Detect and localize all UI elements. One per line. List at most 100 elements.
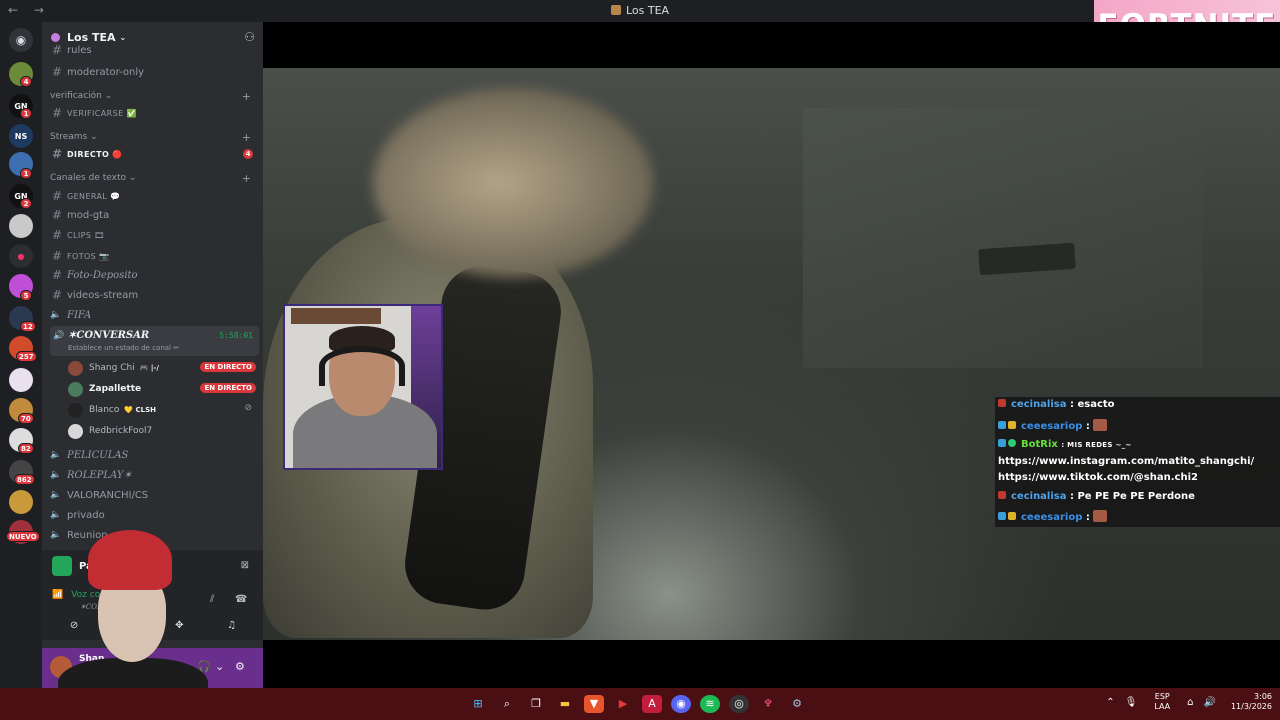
voice-user[interactable]: Zapallette EN DIRECTO: [68, 379, 258, 399]
clock[interactable]: 3:06 11/3/2026: [1231, 692, 1272, 712]
channel-foto-deposito[interactable]: # Foto-Deposito: [50, 265, 257, 285]
file-explorer-icon[interactable]: ▬: [555, 695, 575, 713]
avatar: [68, 423, 83, 439]
streamlabs-icon[interactable]: ♆: [758, 695, 778, 713]
microphone-icon[interactable]: 🎙: [1125, 697, 1138, 708]
screen-share-icon[interactable]: ▣: [122, 620, 131, 638]
steam-icon[interactable]: ⚙: [787, 695, 807, 713]
brave-icon[interactable]: ▼: [584, 695, 604, 713]
stop-stream-icon[interactable]: ⊠: [241, 560, 249, 571]
server-emblem-icon: [51, 32, 60, 42]
chat-link[interactable]: https://www.instagram.com/matito_shangch…: [998, 456, 1254, 467]
chevron-up-icon[interactable]: ⌃: [1106, 697, 1114, 708]
username[interactable]: Shan: [79, 654, 104, 664]
volume-icon[interactable]: 🔊: [1204, 697, 1216, 708]
chat-message: BotRix : MIS REDES ~_~: [998, 439, 1132, 450]
discord-icon[interactable]: ◉: [671, 695, 691, 713]
gear-icon[interactable]: ⚙: [235, 660, 245, 673]
plus-icon[interactable]: +: [242, 90, 251, 103]
noise-suppression-icon[interactable]: ⫽: [210, 594, 214, 605]
server-icon[interactable]: NS: [9, 124, 33, 148]
category-canales-de-texto[interactable]: Canales de texto ⌄ +: [50, 170, 257, 186]
server-icon[interactable]: [9, 368, 33, 392]
voice-channel-fifa[interactable]: 🔈 FIFA: [50, 305, 257, 325]
voice-channel-privado[interactable]: 🔈 privado: [50, 505, 257, 525]
channel-rules[interactable]: # rules: [50, 44, 257, 56]
voice-user[interactable]: RedbrickFool7: [68, 421, 258, 441]
hash-icon: #: [51, 106, 63, 120]
emote-icon: [1093, 510, 1108, 522]
task-view-icon[interactable]: ❐: [526, 695, 546, 713]
chat-overlay: cecinalisa : esacto ceeesariop : BotRix …: [995, 397, 1280, 527]
headphones-icon[interactable]: 🎧: [197, 660, 211, 673]
channel-verificarse[interactable]: # VERIFICARSE ✅: [50, 103, 257, 123]
screen-share-info[interactable]: Pantalla 1: [52, 556, 136, 576]
plus-icon[interactable]: +: [242, 172, 251, 185]
voice-user[interactable]: Blanco 💛 CLSH ⊘: [68, 400, 258, 420]
channel-clips[interactable]: # CLIPS 🎞: [50, 225, 257, 245]
server-badge: 1: [20, 168, 32, 179]
voice-channel-reunion[interactable]: 🔈 Reunion: [50, 525, 257, 545]
channel-fotos[interactable]: # FOTOS 📷: [50, 246, 257, 266]
hash-icon: #: [51, 228, 63, 242]
emote-icon: [1093, 419, 1108, 431]
badge-icon: [998, 439, 1006, 447]
user-tag: 💛 CLSH: [124, 406, 157, 414]
media-player-icon[interactable]: ▶: [613, 695, 633, 713]
search-icon[interactable]: ⌕: [497, 695, 517, 713]
spotify-icon[interactable]: ≋: [700, 695, 720, 713]
discord-home-icon[interactable]: ◉: [9, 28, 33, 52]
server-icon[interactable]: [9, 490, 33, 514]
voice-user-name: RedbrickFool7: [89, 426, 153, 436]
voice-channel-peliculas[interactable]: 🔈 PELICULAS: [50, 445, 257, 465]
obs-icon[interactable]: ◎: [729, 695, 749, 713]
add-user-icon[interactable]: ⚇: [244, 30, 255, 44]
camera-off-icon[interactable]: ⊘: [70, 620, 78, 638]
soundboard-icon[interactable]: ♫: [227, 620, 236, 638]
chevron-down-icon[interactable]: ⌄: [215, 660, 224, 673]
server-badge: 70: [18, 413, 34, 424]
chevron-down-icon[interactable]: ⌄: [179, 660, 188, 673]
voice-connected-label: Voz conect: [71, 590, 120, 600]
chat-text: :: [1085, 421, 1090, 432]
time: 3:06: [1254, 692, 1272, 701]
language-indicator[interactable]: ESP LAA: [1154, 692, 1170, 712]
channel-label: DIRECTO 🔴: [67, 149, 123, 159]
avatar[interactable]: [50, 656, 72, 678]
verified-icon: [1008, 439, 1016, 447]
avatar: [68, 381, 83, 397]
speaker-icon: 🔊: [53, 331, 65, 341]
voice-status[interactable]: 📶 Voz conect: [52, 590, 120, 600]
voice-user[interactable]: Shang Chi 🎮 |-/ EN DIRECTO: [68, 358, 258, 378]
channel-directo[interactable]: # DIRECTO 🔴 4: [50, 144, 257, 164]
server-icon[interactable]: [9, 214, 33, 238]
channel-label: VALORANCHI/CS: [67, 489, 149, 501]
adobe-icon[interactable]: A: [642, 695, 662, 713]
channel-videos-stream[interactable]: # videos-stream: [50, 285, 257, 305]
channel-mod-gta[interactable]: # mod-gta: [50, 205, 257, 225]
character-head: [373, 88, 653, 278]
chat-text: : Pe PE Pe PE Perdone: [1069, 491, 1195, 502]
category-streams[interactable]: Streams ⌄ +: [50, 129, 257, 145]
signal-icon: 📶: [52, 590, 64, 600]
server-name: Los TEA: [67, 30, 116, 44]
channel-moderator-only[interactable]: # moderator-only: [50, 62, 257, 82]
network-icon[interactable]: ⌂: [1187, 697, 1193, 708]
start-icon[interactable]: ⊞: [468, 695, 488, 713]
channel-general[interactable]: # GENERAL 💬: [50, 186, 257, 206]
channel-label: VERIFICARSE ✅: [67, 108, 137, 118]
category-verificacion[interactable]: verificación ⌄ +: [50, 88, 257, 104]
channel-status[interactable]: Establece un estado de canal ✏: [68, 344, 179, 352]
speaker-icon: 🔈: [50, 490, 62, 500]
voice-user-name: Blanco: [89, 405, 120, 415]
webcam-overlay: [283, 304, 443, 470]
voice-channel-valoranchi[interactable]: 🔈 VALORANCHI/CS: [50, 485, 257, 505]
activities-icon[interactable]: ✥: [175, 620, 183, 638]
disconnect-icon[interactable]: ☎: [235, 594, 247, 605]
chat-link[interactable]: https://www.tiktok.com/@shan.chi2: [998, 472, 1198, 483]
speaker-icon: 🔈: [50, 310, 62, 320]
voice-channel-roleplay[interactable]: 🔈 ROLEPLAY✶: [50, 465, 257, 485]
voice-channel-conversar[interactable]: 🔊 ✶CONVERSAR 5:58:01 Establece un estado…: [50, 326, 259, 356]
server-icon[interactable]: ●: [9, 244, 33, 268]
plus-icon[interactable]: +: [242, 131, 251, 144]
